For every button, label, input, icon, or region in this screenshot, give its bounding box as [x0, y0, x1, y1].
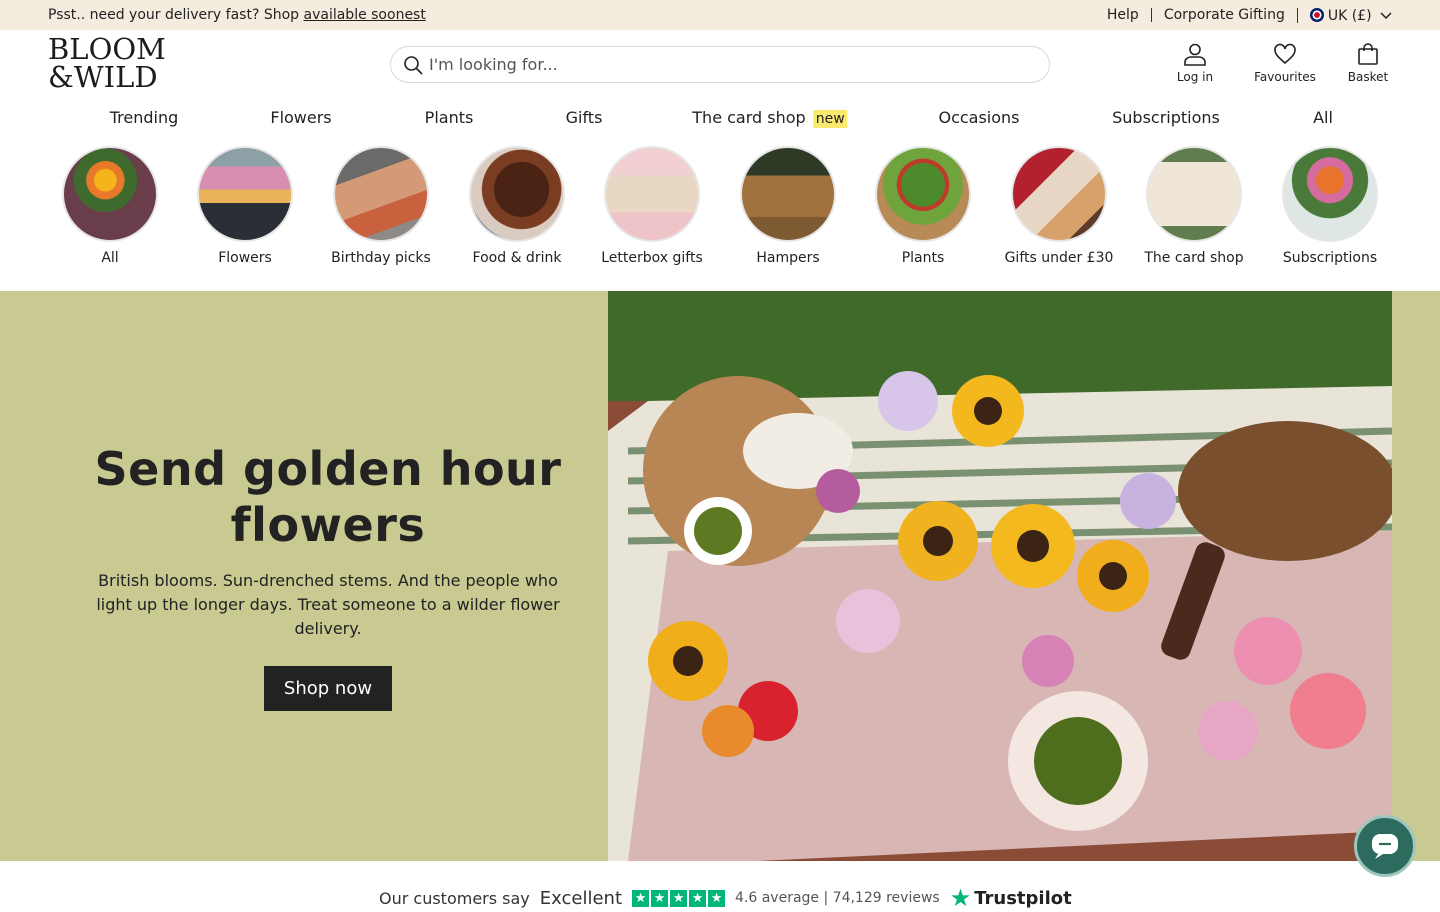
favourites-button[interactable]: Favourites [1240, 42, 1330, 84]
trustpilot-brand: Trustpilot [974, 887, 1072, 909]
utility-links: Help Corporate Gifting UK (£) [1095, 7, 1392, 24]
search-icon [404, 55, 423, 75]
category-flowers-label: Flowers [218, 250, 272, 266]
category-subscriptions[interactable]: Subscriptions [1260, 146, 1400, 266]
nav-all[interactable]: All [1313, 108, 1333, 127]
category-all-label: All [101, 250, 119, 266]
category-letterbox-label: Letterbox gifts [601, 250, 703, 266]
currency-selector[interactable]: UK (£) [1296, 7, 1392, 24]
hero-banner: Send golden hour flowers British blooms.… [0, 291, 1440, 861]
basket-button[interactable]: Basket [1330, 42, 1392, 84]
logo-line-2: &WILD [48, 60, 158, 94]
delivery-message: Psst.. need your delivery fast? Shop ava… [48, 7, 426, 23]
category-carousel: All Flowers Birthday picks Food & drink … [0, 146, 1440, 270]
nav-trending[interactable]: Trending [110, 108, 179, 127]
new-badge: new [812, 110, 848, 128]
category-gifts-under-30-label: Gifts under £30 [1004, 250, 1114, 266]
category-birthday-image [333, 146, 429, 242]
category-hampers-image [740, 146, 836, 242]
hero-title: Send golden hour flowers [94, 442, 562, 552]
chat-bubble-icon [1372, 834, 1398, 859]
bloom-wild-logo[interactable]: BLOOM &WILD [48, 35, 178, 95]
basket-label: Basket [1347, 70, 1389, 84]
category-all-image [62, 146, 158, 242]
category-food-label: Food & drink [472, 250, 562, 266]
category-all[interactable]: All [40, 146, 180, 266]
trustpilot-logo[interactable]: ★ Trustpilot [950, 884, 1072, 912]
category-food-drink[interactable]: Food & drink [447, 146, 587, 266]
nav-occasions[interactable]: Occasions [938, 108, 1019, 127]
category-flowers-image [197, 146, 293, 242]
login-label: Log in [1176, 70, 1214, 84]
category-card-shop-image [1146, 146, 1242, 242]
available-soonest-link[interactable]: available soonest [304, 7, 426, 23]
login-button[interactable]: Log in [1150, 42, 1240, 84]
shop-now-button[interactable]: Shop now [263, 666, 393, 711]
category-plants[interactable]: Plants [853, 146, 993, 266]
hero-text: Send golden hour flowers British blooms.… [86, 441, 570, 711]
nav-card-shop[interactable]: The card shop new [692, 108, 848, 128]
trustpilot-star-icon: ★ [949, 884, 972, 912]
category-gifts-under-30-image [1011, 146, 1107, 242]
category-flowers[interactable]: Flowers [175, 146, 315, 266]
nav-plants[interactable]: Plants [425, 108, 474, 127]
currency-label: UK (£) [1327, 7, 1372, 24]
category-plants-label: Plants [901, 250, 945, 266]
category-food-image [469, 146, 565, 242]
category-subscriptions-label: Subscriptions [1282, 250, 1378, 266]
nav-flowers[interactable]: Flowers [270, 108, 331, 127]
chevron-down-icon [1380, 11, 1392, 19]
top-banner: Psst.. need your delivery fast? Shop ava… [0, 0, 1440, 30]
picnic-flowers-illustration [608, 291, 1392, 861]
trustpilot-strip: Our customers say Excellent ★ ★ ★ ★ ★ 4.… [379, 884, 1072, 912]
star-icon: ★ [689, 889, 707, 907]
hero-image [608, 291, 1392, 861]
category-letterbox-image [604, 146, 700, 242]
nav-gifts[interactable]: Gifts [566, 108, 603, 127]
delivery-message-text: Psst.. need your delivery fast? Shop [48, 7, 304, 23]
category-hampers-label: Hampers [756, 250, 820, 266]
star-icon: ★ [651, 889, 669, 907]
uk-flag-icon [1309, 7, 1324, 22]
trust-stars: ★ ★ ★ ★ ★ [632, 889, 726, 907]
star-icon: ★ [632, 889, 650, 907]
category-birthday-picks[interactable]: Birthday picks [311, 146, 451, 266]
star-icon: ★ [670, 889, 688, 907]
star-icon: ★ [708, 889, 726, 907]
nav-card-shop-label: The card shop [692, 108, 806, 127]
category-hampers[interactable]: Hampers [718, 146, 858, 266]
trust-intro: Our customers say [379, 888, 530, 908]
user-icon [1184, 43, 1206, 66]
trust-rating-word: Excellent [539, 887, 623, 909]
category-card-shop-label: The card shop [1144, 250, 1244, 266]
chat-button[interactable] [1354, 815, 1416, 877]
category-card-shop[interactable]: The card shop [1124, 146, 1264, 266]
search-input[interactable] [429, 55, 1009, 74]
main-navigation: Trending Flowers Plants Gifts The card s… [0, 108, 1440, 132]
help-link[interactable]: Help [1095, 8, 1151, 22]
trust-average: 4.6 average | 74,129 reviews [735, 890, 940, 906]
search-bar [390, 46, 1050, 83]
shopping-bag-icon [1358, 43, 1378, 65]
heart-icon [1274, 43, 1296, 65]
category-subscriptions-image [1282, 146, 1378, 242]
category-gifts-under-30[interactable]: Gifts under £30 [989, 146, 1129, 266]
category-plants-image [875, 146, 971, 242]
logo-line-1: BLOOM [48, 32, 166, 66]
header-actions: Log in Favourites Basket [1150, 42, 1392, 84]
corporate-gifting-link[interactable]: Corporate Gifting [1150, 8, 1297, 22]
favourites-label: Favourites [1254, 70, 1316, 84]
category-letterbox-gifts[interactable]: Letterbox gifts [582, 146, 722, 266]
hero-description: British blooms. Sun-drenched stems. And … [96, 571, 560, 638]
category-birthday-label: Birthday picks [331, 250, 431, 266]
nav-subscriptions[interactable]: Subscriptions [1112, 108, 1220, 127]
